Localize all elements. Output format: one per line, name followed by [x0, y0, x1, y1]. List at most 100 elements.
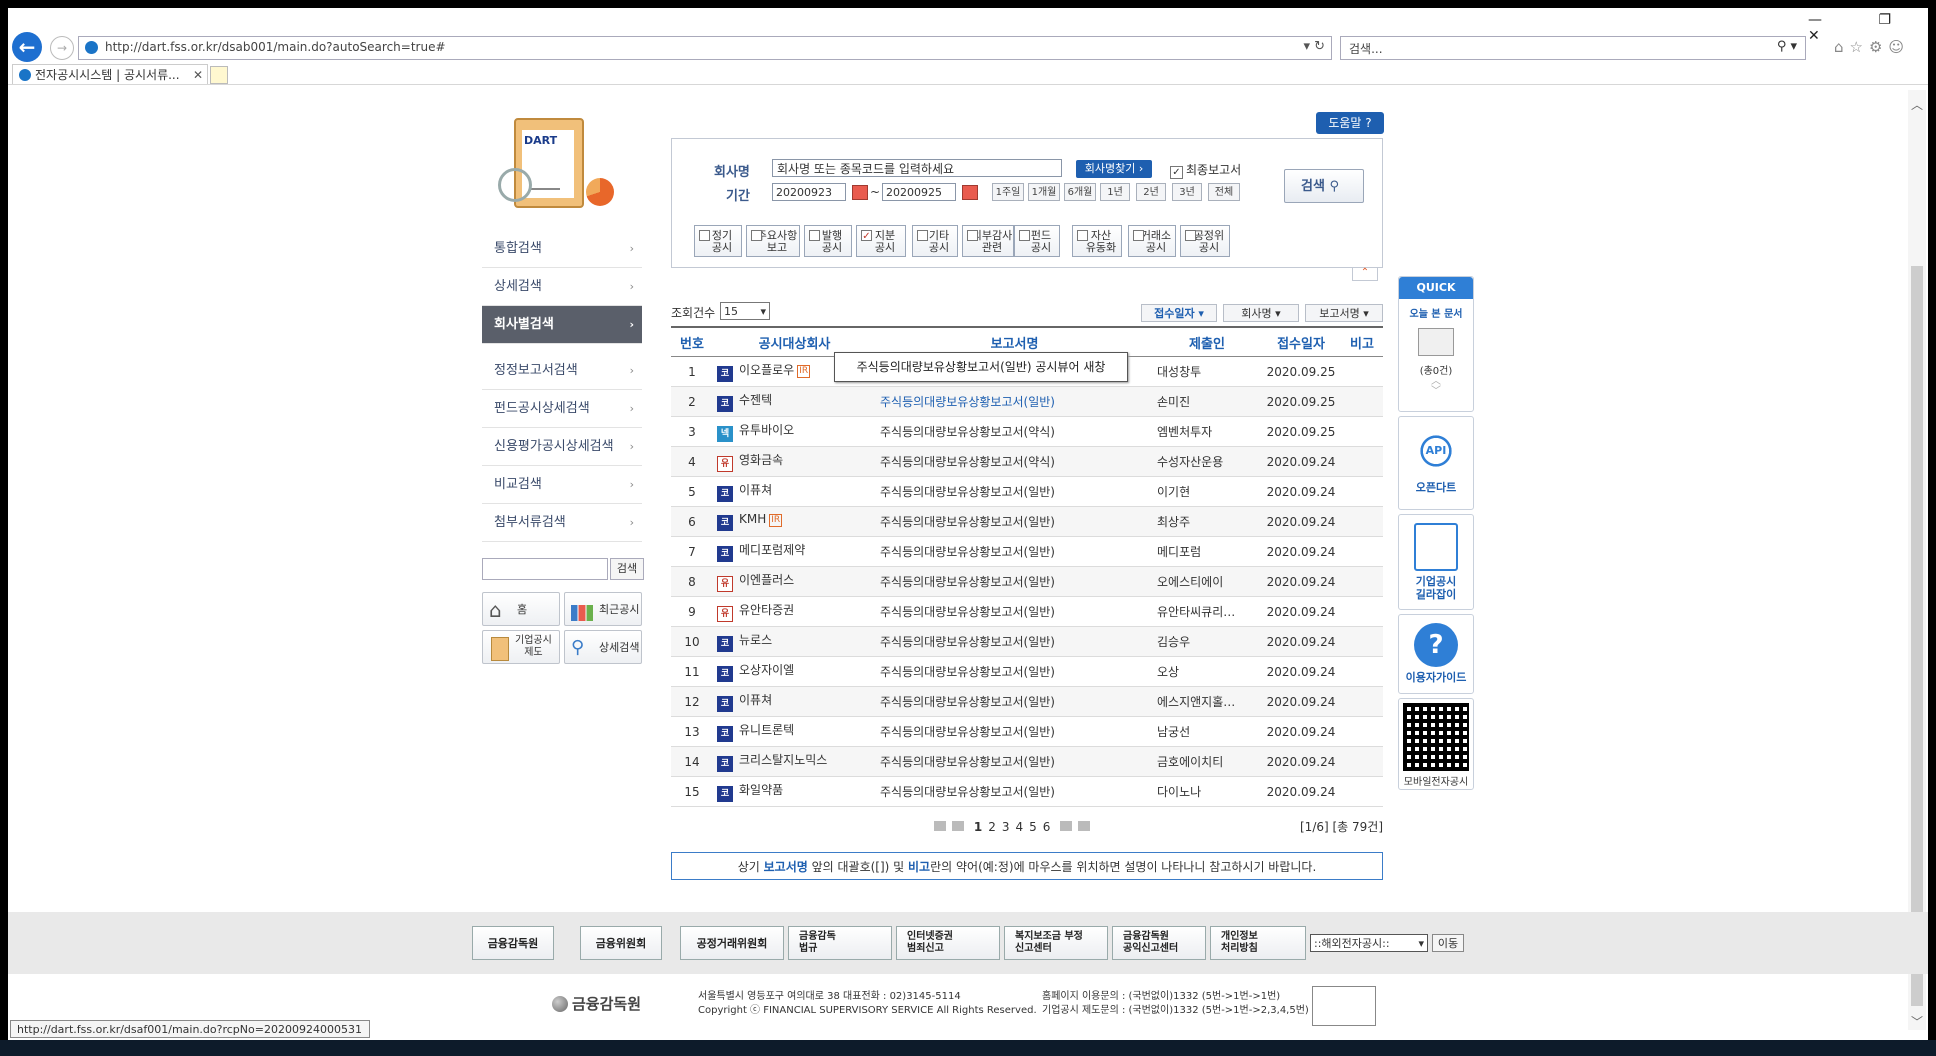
sort-report-button[interactable]: 보고서명 ▾	[1305, 304, 1383, 322]
row-report-link[interactable]: 주식등의대량보유상황보고서(일반)	[876, 386, 1153, 417]
row-report-link[interactable]: 주식등의대량보유상황보고서(일반)	[876, 536, 1153, 567]
company-link[interactable]: 크리스탈지노믹스	[739, 753, 827, 767]
disclosure-guide-card[interactable]: 기업공시 길라잡이	[1398, 514, 1474, 610]
header-date[interactable]: 접수일자	[1261, 326, 1341, 357]
row-submitter[interactable]: 유안타씨큐리…	[1153, 596, 1261, 627]
row-company[interactable]: 코 오상자이엘	[713, 656, 876, 687]
user-guide-card[interactable]: ? 이용자가이드	[1398, 614, 1474, 694]
row-report-link[interactable]: 주식등의대량보유상황보고서(일반)	[876, 746, 1153, 777]
browser-tab[interactable]: 전자공시시스템 | 공시서류... ✕	[12, 64, 208, 84]
row-submitter[interactable]: 이기현	[1153, 476, 1261, 507]
sort-company-button[interactable]: 회사명 ▾	[1223, 304, 1299, 322]
address-bar[interactable]: http://dart.fss.or.kr/dsab001/main.do?au…	[78, 36, 1332, 60]
company-link[interactable]: 이오플로우	[739, 363, 794, 377]
refresh-icon[interactable]: ▾ ↻	[1303, 39, 1325, 54]
last-page-icon[interactable]	[1078, 821, 1091, 831]
checkbox[interactable]	[967, 230, 978, 241]
footer-fsc-link[interactable]: 금융위원회	[580, 926, 662, 960]
recent-disclosure-button[interactable]: 최근공시	[564, 592, 642, 626]
prev-page-icon[interactable]	[952, 821, 964, 831]
company-link[interactable]: 유투바이오	[739, 423, 794, 437]
browser-search-input[interactable]: 검색... ⚲ ▾	[1340, 36, 1806, 60]
sidebar-item-company-search[interactable]: 회사별검색 ›	[482, 306, 642, 344]
company-link[interactable]: 메디포럼제약	[739, 543, 805, 557]
row-report-link[interactable]: 주식등의대량보유상황보고서(일반)	[876, 596, 1153, 627]
row-submitter[interactable]: 다이노나	[1153, 776, 1261, 807]
calendar-icon[interactable]	[962, 185, 978, 200]
final-report-checkbox[interactable]: ✓ 최종보고서	[1170, 161, 1241, 179]
row-submitter[interactable]: 최상주	[1153, 506, 1261, 537]
checkbox[interactable]	[1077, 230, 1088, 241]
browser-tool-icons[interactable]: ⌂☆⚙☺	[1834, 38, 1910, 56]
page-number[interactable]: 2	[988, 820, 996, 834]
period-3year-button[interactable]: 3년	[1172, 183, 1202, 201]
row-report-link[interactable]: 주식등의대량보유상황보고서(일반)	[876, 776, 1153, 807]
company-link[interactable]: 유안타증권	[739, 603, 794, 617]
sidebar-item-correction-search[interactable]: 정정보고서검색 ›	[482, 352, 642, 390]
checkbox[interactable]	[699, 230, 710, 241]
type-filter-1[interactable]: 주요사항 보고	[746, 225, 800, 257]
sidebar-search-input[interactable]	[482, 558, 608, 580]
company-link[interactable]: 이엔플러스	[739, 573, 794, 587]
sidebar-item-detail-search[interactable]: 상세검색 ›	[482, 268, 642, 306]
footer-fss-link[interactable]: 금융감독원	[472, 926, 554, 960]
type-filter-8[interactable]: 거래소 공시	[1128, 225, 1176, 257]
search-icon[interactable]: ⚲ ▾	[1777, 39, 1797, 54]
row-company[interactable]: 코 이퓨쳐	[713, 686, 876, 717]
row-submitter[interactable]: 수성자산운용	[1153, 446, 1261, 477]
row-submitter[interactable]: 오상	[1153, 656, 1261, 687]
row-report-link[interactable]: 주식등의대량보유상황보고서(일반)	[876, 686, 1153, 717]
period-1week-button[interactable]: 1주일	[992, 183, 1024, 201]
row-report-link[interactable]: 주식등의대량보유상황보고서(약식)	[876, 446, 1153, 477]
close-icon[interactable]: ✕	[193, 65, 203, 84]
type-filter-0[interactable]: 정기 공시	[694, 225, 742, 257]
scroll-thumb[interactable]	[1911, 266, 1923, 1006]
type-filter-7[interactable]: 자산 유동화	[1072, 225, 1122, 257]
row-submitter[interactable]: 오에스티에이	[1153, 566, 1261, 597]
calendar-icon[interactable]	[852, 185, 868, 200]
row-submitter[interactable]: 대성창투	[1153, 356, 1261, 387]
period-2year-button[interactable]: 2년	[1136, 183, 1166, 201]
checkbox[interactable]	[1185, 230, 1196, 241]
row-company[interactable]: 유 이엔플러스	[713, 566, 876, 597]
company-link[interactable]: 화일약품	[739, 783, 783, 797]
page-number[interactable]: 4	[1015, 820, 1023, 834]
collapse-icon[interactable]: ⌃	[1352, 268, 1378, 281]
scroll-up-icon[interactable]: ︿	[1911, 96, 1923, 113]
checkbox[interactable]: ✓	[861, 230, 872, 242]
company-link[interactable]: KMH	[739, 512, 766, 526]
row-submitter[interactable]: 손미진	[1153, 386, 1261, 417]
sidebar-item-credit-search[interactable]: 신용평가공시상세검색 ›	[482, 428, 642, 466]
type-filter-9[interactable]: 공정위 공시	[1180, 225, 1230, 257]
sidebar-item-attachment-search[interactable]: 첨부서류검색 ›	[482, 504, 642, 542]
find-company-button[interactable]: 회사명찾기 ›	[1076, 160, 1152, 178]
row-submitter[interactable]: 김승우	[1153, 626, 1261, 657]
row-company[interactable]: 코 KMH IR	[713, 506, 876, 537]
sidebar-item-fund-search[interactable]: 펀드공시상세검색 ›	[482, 390, 642, 428]
type-filter-2[interactable]: 발행 공시	[804, 225, 852, 257]
row-report-link[interactable]: 주식등의대량보유상황보고서(일반)	[876, 506, 1153, 537]
row-submitter[interactable]: 남궁선	[1153, 716, 1261, 747]
home-button[interactable]: ⌂ 홈	[482, 592, 560, 626]
chevron-down-icon[interactable]: ﹀	[1399, 387, 1473, 397]
sidebar-item-integrated-search[interactable]: 통합검색 ›	[482, 230, 642, 268]
row-company[interactable]: 유 영화금속	[713, 446, 876, 477]
footer-law-link[interactable]: 금융감독 법규	[788, 926, 892, 960]
page-number[interactable]: 6	[1043, 820, 1051, 834]
checkbox[interactable]	[1019, 230, 1030, 241]
open-dart-card[interactable]: API 오픈다트	[1398, 416, 1474, 510]
address-url[interactable]: http://dart.fss.or.kr/dsab001/main.do?au…	[105, 40, 446, 54]
footer-ftc-link[interactable]: 공정거래위원회	[680, 926, 784, 960]
overseas-select[interactable]: ::해외전자공시:: ▾	[1310, 934, 1428, 952]
page-number[interactable]: 5	[1029, 820, 1037, 834]
checkbox[interactable]	[1133, 230, 1144, 241]
row-company[interactable]: 코 이퓨쳐	[713, 476, 876, 507]
date-from-input[interactable]: 20200923	[772, 183, 846, 201]
disclosure-system-button[interactable]: 기업공시 제도	[482, 630, 560, 664]
page-number[interactable]: 3	[1002, 820, 1010, 834]
row-report-link[interactable]: 주식등의대량보유상황보고서(일반)	[876, 716, 1153, 747]
header-no[interactable]: 번호	[671, 326, 713, 357]
row-company[interactable]: 코 뉴로스	[713, 626, 876, 657]
period-6month-button[interactable]: 6개월	[1064, 183, 1096, 201]
type-filter-5[interactable]: 외부감사 관련	[962, 225, 1014, 257]
